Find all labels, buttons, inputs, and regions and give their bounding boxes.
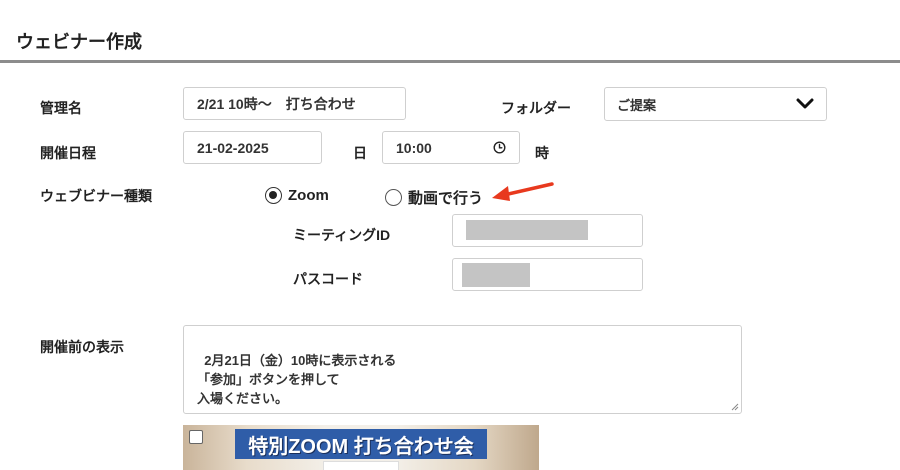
time-input[interactable]: 10:00: [382, 131, 520, 164]
date-input[interactable]: 21-02-2025: [183, 131, 322, 164]
image-thumbnail: 特別ZOOM 打ち合わせ会: [183, 425, 539, 470]
clock-icon[interactable]: [493, 141, 506, 154]
date-value: 21-02-2025: [197, 139, 269, 156]
pre-display-label: 開催前の表示: [40, 339, 124, 355]
folder-label: フォルダー: [501, 100, 571, 116]
pre-display-textarea[interactable]: 2月21日（金）10時に表示される 「参加」ボタンを押して 入場ください。: [183, 325, 742, 414]
title-divider: [0, 60, 900, 63]
manage-name-input[interactable]: 2/21 10時〜 打ち合わせ: [183, 87, 406, 120]
passcode-label: パスコード: [293, 271, 363, 287]
radio-zoom-indicator[interactable]: [265, 187, 282, 204]
image-banner-text: 特別ZOOM 打ち合わせ会: [248, 435, 474, 458]
time-value: 10:00: [396, 139, 432, 156]
pre-display-text: 2月21日（金）10時に表示される 「参加」ボタンを押して 入場ください。: [197, 353, 397, 406]
resize-grip-icon[interactable]: [730, 402, 739, 411]
radio-video-indicator[interactable]: [385, 189, 402, 206]
radio-zoom-label: Zoom: [288, 187, 329, 204]
red-arrow-annotation: [492, 182, 554, 201]
folder-selected-value: ご提案: [617, 97, 657, 113]
image-select-checkbox[interactable]: [189, 430, 203, 444]
radio-video-label: 動画で行う: [408, 190, 484, 207]
chevron-down-icon: [796, 98, 814, 109]
webinar-type-label: ウェブビナー種類: [40, 188, 152, 204]
image-stage: [323, 461, 399, 470]
day-suffix: 日: [353, 145, 367, 161]
folder-select[interactable]: ご提案: [604, 87, 827, 121]
passcode-redacted: [462, 263, 530, 287]
page-title: ウェビナー作成: [16, 32, 142, 52]
manage-name-label: 管理名: [40, 100, 82, 116]
image-banner: 特別ZOOM 打ち合わせ会: [235, 429, 487, 459]
meeting-id-label: ミーティングID: [293, 227, 391, 243]
hour-suffix: 時: [535, 145, 549, 161]
schedule-label: 開催日程: [40, 145, 96, 161]
radio-zoom[interactable]: Zoom: [265, 187, 329, 204]
manage-name-value: 2/21 10時〜 打ち合わせ: [197, 95, 356, 112]
meeting-id-redacted: [466, 220, 588, 240]
radio-video[interactable]: 動画で行う: [385, 187, 483, 208]
